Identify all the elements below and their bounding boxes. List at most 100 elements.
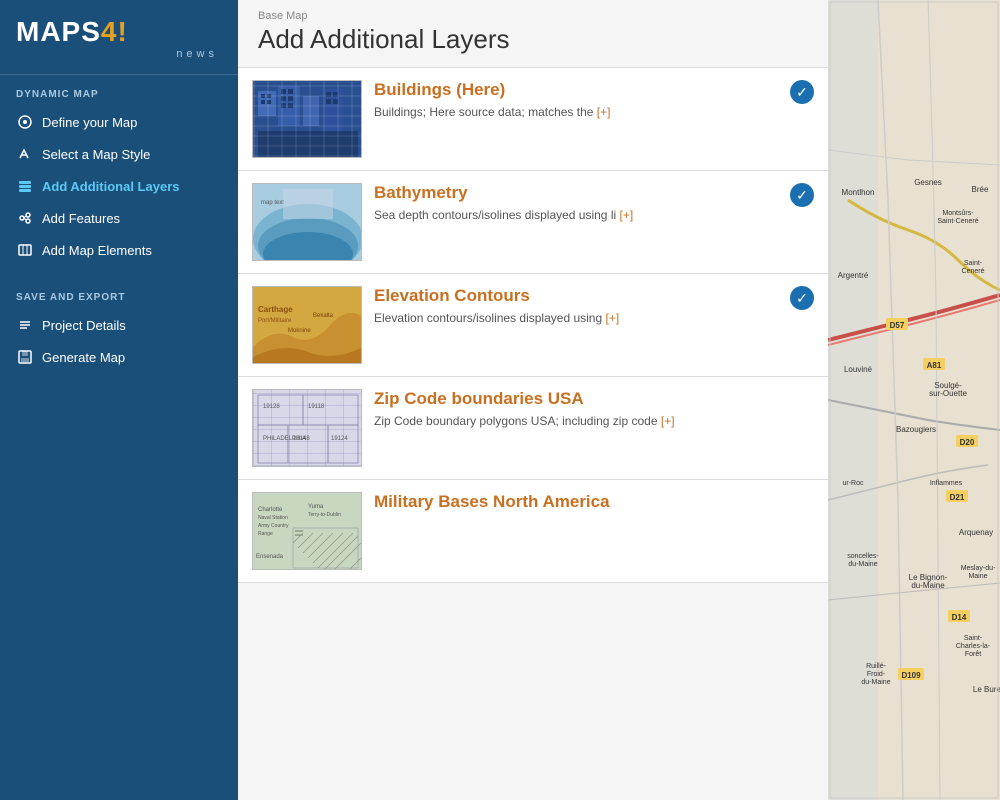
svg-text:sur-Ouette: sur-Ouette	[929, 389, 967, 398]
svg-text:A81: A81	[927, 361, 942, 370]
main-content: Base Map Add Additional Layers	[238, 0, 828, 800]
layer-more-bathymetry[interactable]: [+]	[620, 208, 634, 222]
logo-four: 4	[101, 16, 118, 47]
sidebar-item-label-elements: Add Map Elements	[42, 243, 152, 258]
svg-text:Meslay-du-: Meslay-du-	[961, 565, 996, 572]
layer-item-military: Charlotte Naval Station Army Country Ran…	[238, 480, 828, 583]
sidebar-item-add-elements[interactable]: Add Map Elements	[0, 234, 238, 266]
sidebar-item-project-details[interactable]: Project Details	[0, 309, 238, 341]
svg-text:D21: D21	[950, 493, 965, 502]
layer-check-buildings[interactable]: ✓	[790, 80, 814, 104]
svg-text:Port/Militaire: Port/Militaire	[258, 318, 292, 324]
star-icon	[16, 209, 34, 227]
svg-text:Bekalta: Bekalta	[313, 313, 334, 319]
layer-item-bathymetry: map text Bathymetry Sea depth contours/i…	[238, 171, 828, 274]
sidebar-item-select-style[interactable]: Select a Map Style	[0, 138, 238, 170]
svg-text:Terry-to-Dublin: Terry-to-Dublin	[308, 512, 341, 518]
svg-text:Ensenada: Ensenada	[256, 554, 284, 560]
svg-text:Charlotte: Charlotte	[258, 507, 283, 513]
layer-thumb-bathymetry: map text	[252, 183, 362, 261]
svg-text:Army Country: Army Country	[258, 523, 289, 529]
svg-text:Louviné: Louviné	[844, 365, 873, 374]
layer-desc-elevation: Elevation contours/isolines displayed us…	[374, 310, 814, 327]
layer-title-bathymetry: Bathymetry	[374, 183, 814, 203]
logo-excl: !	[117, 16, 127, 47]
logo-maps: MAPS	[16, 16, 101, 47]
svg-text:Forêt: Forêt	[965, 651, 981, 658]
layer-desc-buildings: Buildings; Here source data; matches the…	[374, 104, 814, 121]
svg-text:du-Maine: du-Maine	[861, 679, 890, 686]
svg-text:ur-Roc: ur-Roc	[842, 480, 864, 487]
map-icon	[16, 241, 34, 259]
layer-desc-zipcode: Zip Code boundary polygons USA; includin…	[374, 413, 814, 430]
svg-text:19118: 19118	[308, 404, 325, 410]
sidebar-item-label-features: Add Features	[42, 211, 120, 226]
svg-text:Froid-: Froid-	[867, 671, 886, 678]
svg-text:soncelles-: soncelles-	[847, 553, 879, 560]
sidebar: MAPS4! news DYNAMIC MAP Define your Map …	[0, 0, 238, 800]
svg-text:Saint-: Saint-	[964, 635, 983, 642]
svg-text:Yuma: Yuma	[308, 504, 324, 510]
svg-text:Montsûrs-: Montsûrs-	[942, 210, 974, 217]
sidebar-item-add-features[interactable]: Add Features	[0, 202, 238, 234]
logo-area: MAPS4! news	[0, 0, 238, 75]
dynamic-map-label: DYNAMIC MAP	[0, 75, 238, 106]
layer-title-elevation: Elevation Contours	[374, 286, 814, 306]
svg-text:Charles-la-: Charles-la-	[956, 643, 991, 650]
layer-more-elevation[interactable]: [+]	[605, 311, 619, 325]
svg-text:Gesnes: Gesnes	[914, 178, 942, 187]
svg-text:Moknine: Moknine	[288, 328, 311, 334]
svg-text:Range: Range	[258, 531, 273, 537]
layer-thumb-buildings	[252, 80, 362, 158]
layer-thumb-military: Charlotte Naval Station Army Country Ran…	[252, 492, 362, 570]
svg-text:Carthage: Carthage	[258, 305, 293, 314]
svg-text:PHILADELPHIA: PHILADELPHIA	[263, 436, 306, 442]
svg-text:Inflammes: Inflammes	[930, 480, 963, 487]
svg-text:du-Maine: du-Maine	[848, 561, 877, 568]
save-export-label: SAVE AND EXPORT	[0, 278, 238, 309]
layer-info-buildings: Buildings (Here) Buildings; Here source …	[374, 80, 814, 121]
sidebar-item-label-project: Project Details	[42, 318, 126, 333]
layer-info-elevation: Elevation Contours Elevation contours/is…	[374, 286, 814, 327]
svg-text:D14: D14	[952, 613, 967, 622]
svg-text:Ceneré: Ceneré	[962, 268, 985, 275]
logo-sub: news	[16, 48, 222, 60]
sidebar-item-define-map[interactable]: Define your Map	[0, 106, 238, 138]
svg-text:Montlhon: Montlhon	[842, 188, 875, 197]
layer-info-bathymetry: Bathymetry Sea depth contours/isolines d…	[374, 183, 814, 224]
layer-thumb-zipcode: 19128 19118 PHILADELPHIA 19148 19124	[252, 389, 362, 467]
layer-info-military: Military Bases North America	[374, 492, 814, 516]
sidebar-item-label-define: Define your Map	[42, 115, 137, 130]
map-area: D57 A81 D20 D21 D14 D109 Montlhon Gesnes…	[828, 0, 1000, 800]
svg-text:Ruillé-: Ruillé-	[866, 663, 887, 670]
svg-text:du-Maine: du-Maine	[911, 581, 945, 590]
layer-more-buildings[interactable]: [+]	[597, 105, 611, 119]
sidebar-item-generate-map[interactable]: Generate Map	[0, 341, 238, 373]
layer-check-bathymetry[interactable]: ✓	[790, 183, 814, 207]
svg-text:19148: 19148	[293, 436, 310, 442]
sidebar-item-add-layers[interactable]: Add Additional Layers	[0, 170, 238, 202]
layer-more-zipcode[interactable]: [+]	[661, 414, 675, 428]
page-title: Add Additional Layers	[258, 24, 808, 55]
paint-icon	[16, 145, 34, 163]
svg-text:Arquenay: Arquenay	[959, 528, 993, 537]
svg-text:Saint-: Saint-	[964, 260, 983, 267]
svg-text:map text: map text	[261, 200, 284, 206]
svg-text:Bazougiers: Bazougiers	[896, 425, 936, 434]
svg-text:19128: 19128	[263, 404, 280, 410]
cursor-icon	[16, 113, 34, 131]
layer-check-elevation[interactable]: ✓	[790, 286, 814, 310]
layer-title-buildings: Buildings (Here)	[374, 80, 814, 100]
list-icon	[16, 316, 34, 334]
save-icon	[16, 348, 34, 366]
layer-item-buildings: Buildings (Here) Buildings; Here source …	[238, 68, 828, 171]
layer-item-elevation: Carthage Port/Militaire Moknine Bekalta …	[238, 274, 828, 377]
breadcrumb: Base Map	[258, 10, 808, 22]
sidebar-item-label-generate: Generate Map	[42, 350, 125, 365]
layer-title-zipcode: Zip Code boundaries USA	[374, 389, 814, 409]
layer-desc-bathymetry: Sea depth contours/isolines displayed us…	[374, 207, 814, 224]
sidebar-item-label-layers: Add Additional Layers	[42, 179, 179, 194]
layers-list[interactable]: Buildings (Here) Buildings; Here source …	[238, 68, 828, 800]
svg-text:Le Buret: Le Buret	[973, 685, 1000, 694]
layers-icon	[16, 177, 34, 195]
